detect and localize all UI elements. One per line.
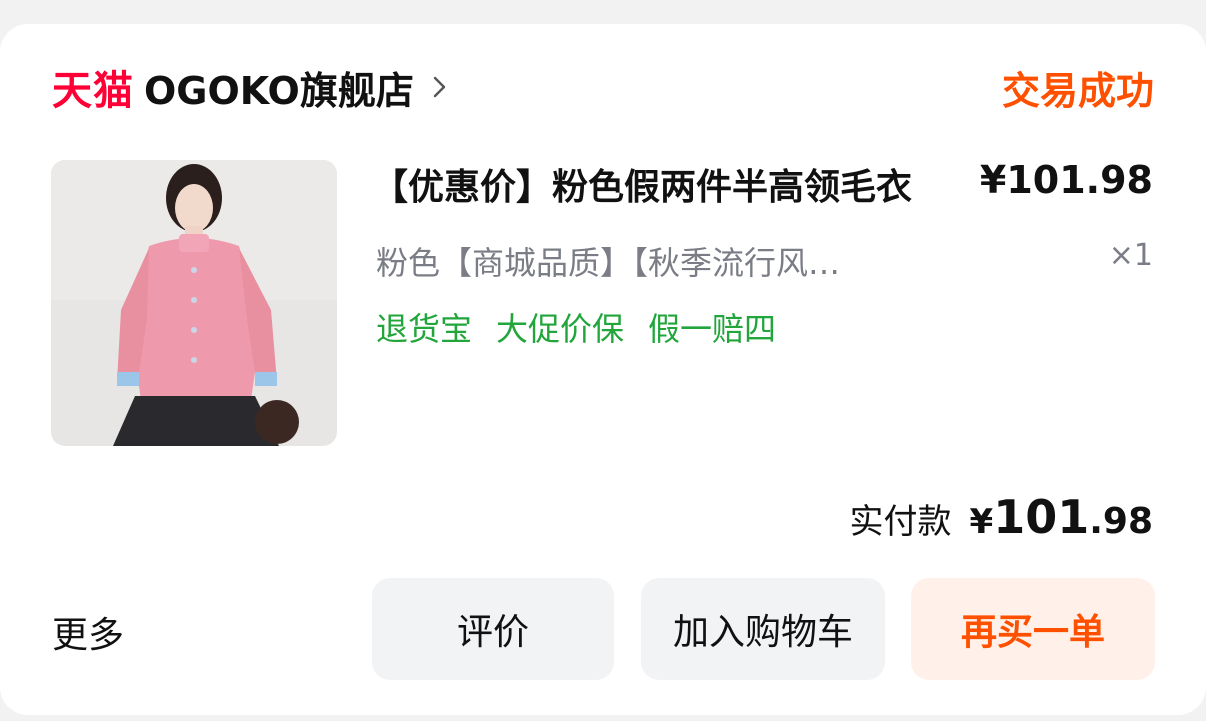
chevron-right-icon: [433, 76, 446, 98]
product-image[interactable]: [51, 160, 337, 446]
shop-link[interactable]: 天猫 OGOKO旗舰店: [52, 58, 450, 116]
shop-name[interactable]: OGOKO旗舰店: [144, 60, 414, 115]
add-to-cart-button[interactable]: 加入购物车: [641, 578, 885, 680]
buy-again-button[interactable]: 再买一单: [911, 578, 1155, 680]
review-button[interactable]: 评价: [372, 578, 614, 680]
payment-total: 实付款 ¥ 101 .98: [850, 490, 1153, 544]
order-card: 天猫 OGOKO旗舰店 交易成功 【优惠价】粉色假两件半高领毛衣 ¥101.98…: [0, 24, 1206, 715]
product-price: ¥101.98: [979, 158, 1153, 202]
more-button[interactable]: 更多: [52, 606, 124, 658]
platform-logo: 天猫: [52, 68, 134, 114]
service-tags: 退货宝 大促价保 假一赔四: [376, 304, 776, 350]
payment-amount-dec: .98: [1089, 501, 1153, 542]
payment-currency: ¥: [969, 502, 994, 542]
payment-label: 实付款: [849, 502, 952, 542]
order-header: 天猫 OGOKO旗舰店 交易成功: [52, 62, 1154, 114]
product-quantity: ×1: [1108, 238, 1153, 273]
payment-amount-int: 101: [993, 490, 1090, 544]
service-tag: 大促价保: [496, 310, 625, 348]
service-tag: 假一赔四: [648, 310, 777, 348]
order-status: 交易成功: [1001, 68, 1154, 113]
product-photo: [51, 160, 337, 446]
product-title[interactable]: 【优惠价】粉色假两件半高领毛衣: [372, 158, 972, 210]
service-tag: 退货宝: [376, 310, 473, 348]
product-sku[interactable]: 粉色【商城品质】【秋季流行风…: [376, 238, 936, 284]
